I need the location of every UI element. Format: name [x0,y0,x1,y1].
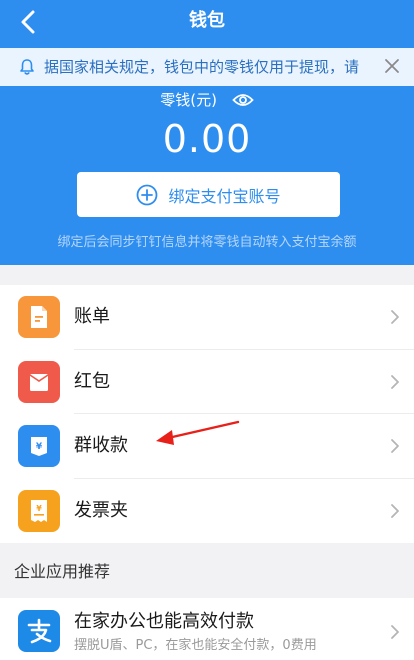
invoice-icon: ¥ [18,489,60,532]
promo-item[interactable]: 在家办公也能高效付款 摆脱U盾、PC，在家也能安全付款，0费用 [0,598,414,660]
menu-item-label: 红包 [74,370,110,392]
notice-bar[interactable]: 据国家相关规定，钱包中的零钱仅用于提现，请 [0,48,414,86]
menu-item-invoice[interactable]: ¥ 发票夹 [0,479,414,544]
bill-icon [18,296,60,339]
svg-text:¥: ¥ [36,504,42,513]
balance-amount: 0.00 [162,117,252,161]
svg-text:¥: ¥ [36,442,43,452]
top-bar: 钱包 [0,0,414,44]
annotation-arrow [156,420,240,445]
chevron-right-icon [391,374,399,389]
menu-item-red-envelope[interactable]: 红包 [0,350,414,414]
chevron-right-icon [391,439,399,454]
eye-icon[interactable] [232,92,254,108]
chevron-right-icon [391,310,399,325]
chevron-right-icon [391,503,399,518]
notice-text: 据国家相关规定，钱包中的零钱仅用于提现，请 [44,58,360,76]
balance-label: 零钱(元) [160,90,217,109]
bind-alipay-label: 绑定支付宝账号 [168,186,281,206]
group-collect-icon: ¥ [18,425,60,468]
alipay-icon [18,610,60,652]
wallet-header: 钱包 据国家相关规定，钱包中的零钱仅用于提现，请 零钱(元) 0.00 绑定支付… [0,0,414,265]
bind-alipay-button[interactable]: 绑定支付宝账号 [77,172,340,217]
wallet-menu: 账单 红包 ¥ 群收款 ¥ 发票夹 [0,285,414,543]
menu-item-label: 群收款 [74,435,128,457]
section-title: 企业应用推荐 [14,562,111,581]
plus-circle-icon [137,184,158,205]
menu-item-bill[interactable]: 账单 [0,285,414,350]
balance-label-row: 零钱(元) [0,89,414,110]
promo-subtitle: 摆脱U盾、PC，在家也能安全付款，0费用 [74,638,317,653]
page-title: 钱包 [189,10,225,31]
menu-item-label: 发票夹 [74,499,128,521]
chevron-right-icon [391,625,399,639]
red-envelope-icon [18,360,60,403]
close-icon[interactable] [382,56,402,76]
menu-item-label: 账单 [74,306,110,328]
bind-hint: 绑定后会同步钉钉信息并将零钱自动转入支付宝余额 [57,235,357,250]
promo-title: 在家办公也能高效付款 [74,611,254,632]
bell-icon [20,59,34,75]
